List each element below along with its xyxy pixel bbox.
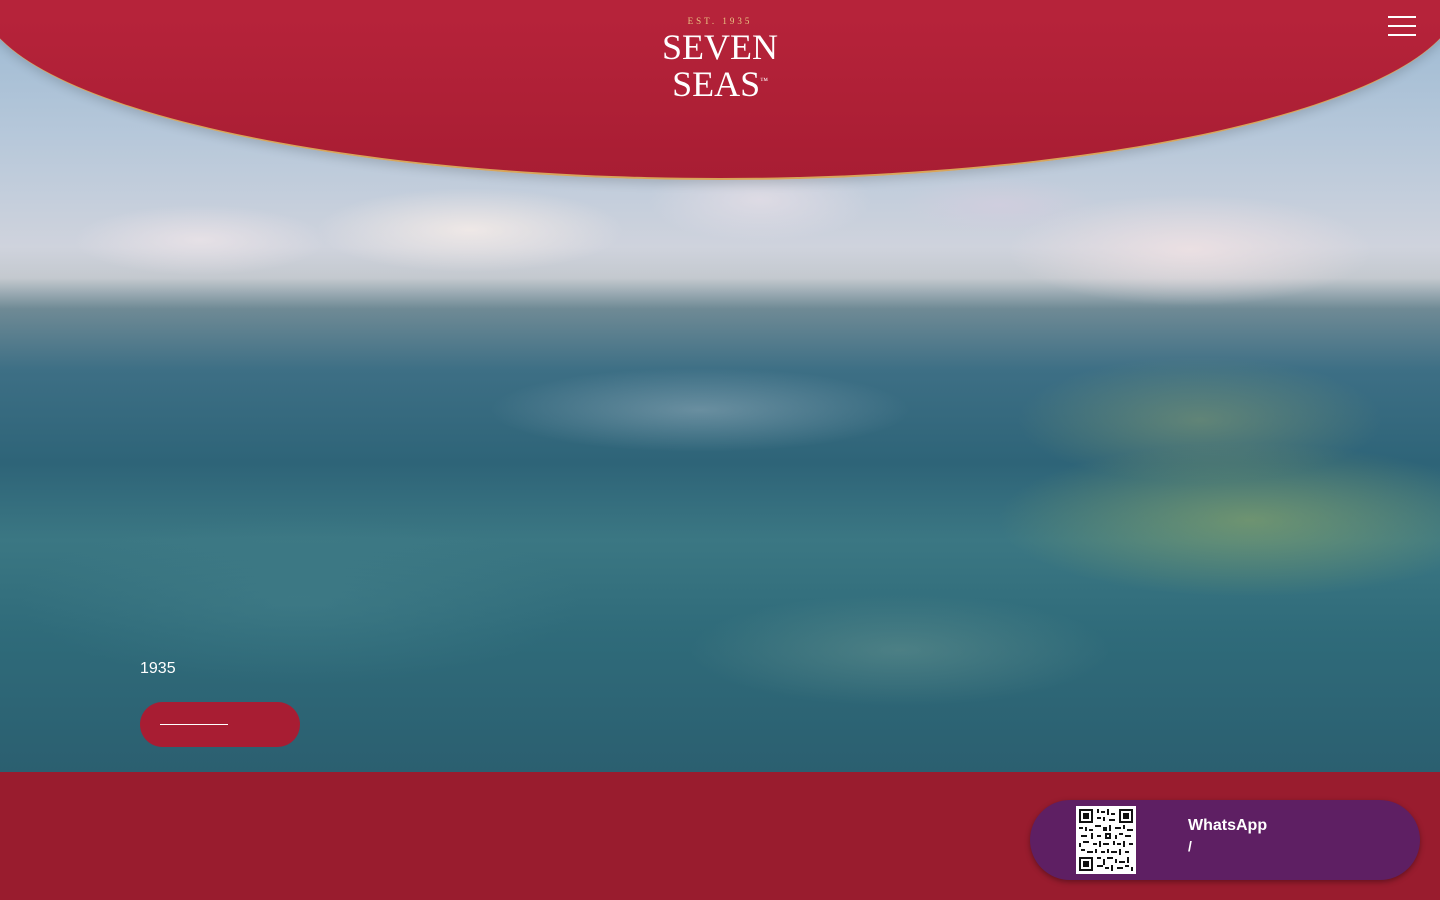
hero-subtitle: 1935 (140, 660, 176, 678)
whatsapp-line1: WhatsApp (1188, 817, 1267, 835)
dash-line-icon (160, 724, 228, 725)
logo-line1: SEVEN (662, 27, 778, 67)
hero-subtitle-year: 1935 (140, 660, 176, 677)
logo-est: EST. 1935 (687, 16, 753, 26)
learn-more-button[interactable] (140, 702, 300, 747)
whatsapp-widget[interactable]: WhatsApp / (1030, 800, 1420, 880)
menu-bar-bottom (1388, 34, 1416, 36)
seven-seas-logo[interactable]: EST. 1935 SEVEN SEAS™ (640, 16, 800, 104)
hamburger-menu-icon[interactable] (1388, 16, 1418, 38)
logo-line2: SEAS™ (640, 64, 800, 104)
whatsapp-line2-sep: / (1188, 838, 1192, 854)
whatsapp-line2: / (1188, 838, 1192, 854)
menu-bar-middle (1388, 25, 1416, 27)
logo-trademark: ™ (760, 76, 768, 85)
qr-code-icon (1076, 806, 1136, 874)
logo-line2-text: SEAS (672, 64, 761, 104)
whatsapp-brand: WhatsApp (1188, 817, 1268, 834)
menu-bar-top (1388, 16, 1416, 18)
